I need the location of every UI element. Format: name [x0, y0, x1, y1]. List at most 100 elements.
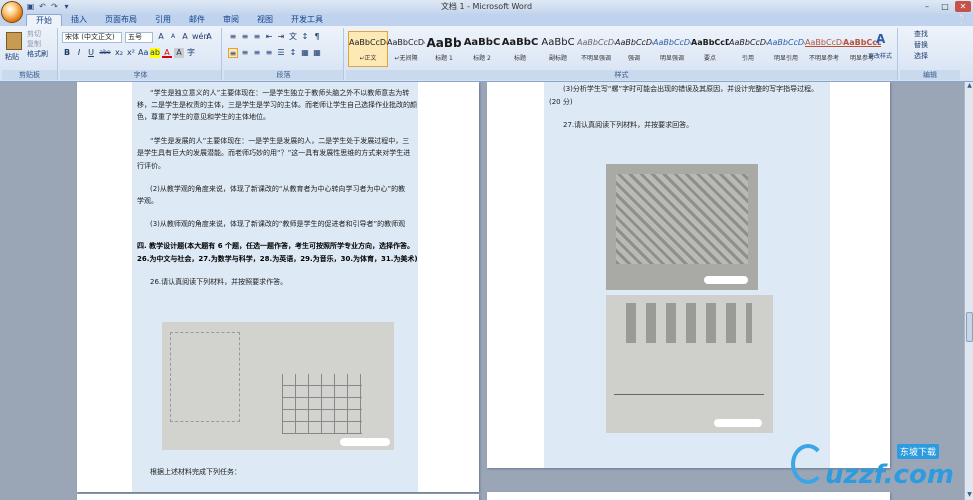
- borders-button[interactable]: ▦: [312, 48, 322, 58]
- align-left-button[interactable]: ≡: [228, 48, 238, 58]
- style-preview: AaBb: [426, 36, 462, 50]
- scroll-down-icon[interactable]: ▼: [965, 491, 973, 500]
- material-photo-writing[interactable]: [162, 322, 394, 450]
- style-heading2[interactable]: AaBbC 标题 2: [462, 31, 502, 67]
- style-name: 要点: [703, 55, 716, 62]
- italic-button[interactable]: I: [74, 48, 84, 58]
- align-center-button[interactable]: ≡: [240, 48, 250, 58]
- style-intense-emphasis[interactable]: AaBbCcDd 明显强调: [652, 31, 692, 67]
- close-button[interactable]: ✕: [955, 1, 971, 12]
- style-intense-quote[interactable]: AaBbCcDd 明显引用: [766, 31, 806, 67]
- format-painter-button[interactable]: 格式刷: [27, 49, 48, 59]
- find-button[interactable]: 查找: [914, 29, 928, 39]
- tab-developer[interactable]: 开发工具: [282, 14, 332, 26]
- distributed-button[interactable]: ☰: [276, 48, 286, 58]
- style-strong[interactable]: AaBbCcDd 要点: [690, 31, 730, 67]
- scroll-thumb[interactable]: [966, 312, 973, 342]
- office-button[interactable]: [1, 1, 23, 23]
- align-right-button[interactable]: ≡: [252, 48, 262, 58]
- style-name: 不明显参考: [808, 55, 839, 62]
- style-preview: AaBbCcDd: [577, 38, 615, 47]
- style-name: 标题: [513, 55, 526, 62]
- page-right[interactable]: (3)分析学生写“螺”字时可能会出现的错误及其原因，并设计完整的写字指导过程。 …: [487, 82, 890, 468]
- customize-qat-icon[interactable]: ▾: [62, 2, 71, 11]
- shrink-font-button[interactable]: A: [168, 32, 178, 42]
- select-button[interactable]: 选择: [914, 51, 928, 61]
- chinese-layout-button[interactable]: 文: [288, 32, 298, 42]
- quick-access-toolbar: ▣ ↶ ↷ ▾: [26, 2, 71, 11]
- numbering-button[interactable]: ≡: [240, 32, 250, 42]
- style-preview: AaBbCcDd: [653, 38, 691, 47]
- decrease-indent-button[interactable]: ⇤: [264, 32, 274, 42]
- highlight-button[interactable]: ab: [150, 48, 160, 58]
- help-icon[interactable]: ❔: [957, 14, 967, 26]
- save-icon[interactable]: ▣: [26, 2, 35, 11]
- justify-button[interactable]: ≡: [264, 48, 274, 58]
- sort-button[interactable]: ↕: [300, 32, 310, 42]
- style-emphasis[interactable]: AaBbCcDd 强调: [614, 31, 654, 67]
- material-photo-drawing[interactable]: [606, 164, 758, 290]
- font-size-select[interactable]: 五号: [125, 32, 153, 43]
- page-next-left[interactable]: [77, 494, 479, 500]
- replace-button[interactable]: 替换: [914, 40, 928, 50]
- tab-insert[interactable]: 插入: [62, 14, 96, 26]
- style-normal[interactable]: AaBbCcDd ↵正文: [348, 31, 388, 67]
- paragraph-line: “学生是独立意义的人”主要体现在：一是学生独立于教师头脑之外不以教师意志为转: [150, 89, 410, 97]
- equation-row: [614, 375, 764, 395]
- enclose-char-button[interactable]: 字: [186, 48, 196, 58]
- grow-font-button[interactable]: A: [156, 32, 166, 42]
- clear-format-button[interactable]: A: [180, 32, 190, 42]
- material-photo-math[interactable]: [606, 295, 773, 433]
- tab-references[interactable]: 引用: [146, 14, 180, 26]
- style-preview: AaBbCcDd: [729, 38, 767, 47]
- maximize-button[interactable]: □: [937, 1, 953, 12]
- cut-button[interactable]: 剪切: [27, 29, 41, 39]
- font-name-select[interactable]: 宋体 (中文正文): [62, 32, 122, 43]
- multilevel-list-button[interactable]: ≡: [252, 32, 262, 42]
- scroll-up-icon[interactable]: ▲: [965, 82, 973, 91]
- vertical-scrollbar[interactable]: ▲ ▼: [964, 82, 973, 500]
- bullets-button[interactable]: ≡: [228, 32, 238, 42]
- document-workspace[interactable]: “学生是独立意义的人”主要体现在：一是学生独立于教师头脑之外不以教师意志为转 移…: [0, 82, 964, 500]
- tab-view[interactable]: 视图: [248, 14, 282, 26]
- line-spacing-button[interactable]: ↕: [288, 48, 298, 58]
- tab-page-layout[interactable]: 页面布局: [96, 14, 146, 26]
- undo-icon[interactable]: ↶: [38, 2, 47, 11]
- clipboard-group-label: 剪贴板: [2, 70, 57, 80]
- change-styles-button[interactable]: 更改样式: [868, 52, 892, 62]
- bold-button[interactable]: B: [62, 48, 72, 58]
- paste-button[interactable]: 粘贴: [5, 52, 19, 62]
- char-shading-button[interactable]: A: [174, 48, 184, 58]
- tab-mailings[interactable]: 邮件: [180, 14, 214, 26]
- redo-icon[interactable]: ↷: [50, 2, 59, 11]
- strikethrough-button[interactable]: abe: [98, 48, 112, 58]
- underline-button[interactable]: U: [86, 48, 96, 58]
- style-title[interactable]: AaBbC 标题: [500, 31, 540, 67]
- editing-group-label: 编辑: [900, 70, 960, 80]
- superscript-button[interactable]: x²: [126, 48, 136, 58]
- change-styles-icon: A: [876, 32, 886, 46]
- minimize-button[interactable]: –: [919, 1, 935, 12]
- copy-button[interactable]: 复制: [27, 39, 41, 49]
- tab-home[interactable]: 开始: [26, 14, 62, 26]
- change-case-button[interactable]: Aa: [138, 48, 148, 58]
- phonetic-guide-button[interactable]: wén: [192, 32, 209, 42]
- paragraph-line: (2)从教学观的角度来说，体现了新课改的“从教育者为中心转向学习者为中心”的教: [150, 185, 406, 193]
- page-left[interactable]: “学生是独立意义的人”主要体现在：一是学生独立于教师头脑之外不以教师意志为转 移…: [77, 82, 479, 492]
- style-quote[interactable]: AaBbCcDd 引用: [728, 31, 768, 67]
- style-heading1[interactable]: AaBb 标题 1: [424, 31, 464, 67]
- shading-button[interactable]: ▦: [300, 48, 310, 58]
- style-subtle-emphasis[interactable]: AaBbCcDd 不明显强调: [576, 31, 616, 67]
- tab-review[interactable]: 审阅: [214, 14, 248, 26]
- paste-icon[interactable]: [6, 32, 22, 50]
- char-border-button[interactable]: A: [204, 32, 214, 42]
- watermark-logo-icon: [791, 444, 825, 484]
- style-subtle-reference[interactable]: AaBbCcDd 不明显参考: [804, 31, 844, 67]
- style-subtitle[interactable]: AaBbC 副标题: [538, 31, 578, 67]
- style-no-spacing[interactable]: AaBbCcDd ↵无间隔: [386, 31, 426, 67]
- increase-indent-button[interactable]: ⇥: [276, 32, 286, 42]
- subscript-button[interactable]: x₂: [114, 48, 124, 58]
- style-name: 不明显强调: [580, 55, 611, 62]
- show-marks-button[interactable]: ¶: [312, 32, 322, 42]
- font-color-button[interactable]: A: [162, 48, 172, 58]
